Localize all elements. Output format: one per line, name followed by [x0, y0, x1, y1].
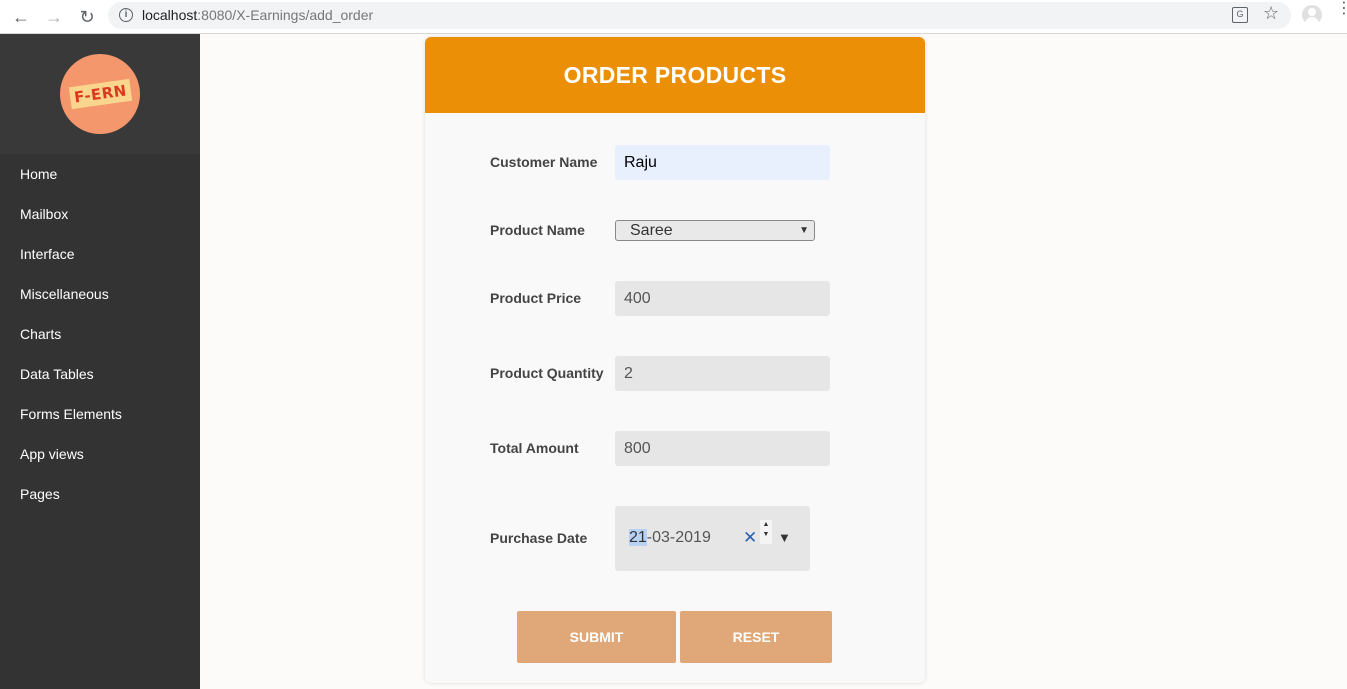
total-amount-label: Total Amount	[490, 440, 579, 456]
date-rest-segment[interactable]: -03-2019	[647, 529, 711, 546]
sidebar-item-charts[interactable]: Charts	[0, 314, 200, 354]
purchase-date-input[interactable]: 21-03-2019 ✕ ▲ ▼ ▼	[615, 506, 810, 571]
forward-arrow-icon[interactable]: →	[42, 5, 66, 29]
sidebar-item-mailbox[interactable]: Mailbox	[0, 194, 200, 234]
address-bar[interactable]: i localhost:8080/X-Earnings/add_order G …	[108, 2, 1291, 29]
total-amount-input[interactable]	[615, 431, 830, 466]
browser-toolbar: ← → ↻ i localhost:8080/X-Earnings/add_or…	[0, 0, 1347, 34]
url-text[interactable]: localhost:8080/X-Earnings/add_order	[142, 7, 373, 23]
reset-button[interactable]: RESET	[680, 611, 832, 663]
customer-name-label: Customer Name	[490, 154, 598, 170]
menu-dots-icon[interactable]: ⋮	[1336, 1, 1347, 17]
sidebar-item-data-tables[interactable]: Data Tables	[0, 354, 200, 394]
sidebar-item-app-views[interactable]: App views	[0, 434, 200, 474]
chevron-down-icon: ▼	[799, 225, 809, 236]
calendar-dropdown-icon[interactable]: ▼	[778, 530, 791, 545]
sidebar-item-miscellaneous[interactable]: Miscellaneous	[0, 274, 200, 314]
spinner-icon[interactable]: ▲ ▼	[760, 520, 772, 544]
purchase-date-value: 21-03-2019	[629, 529, 711, 547]
product-price-input[interactable]	[615, 281, 830, 316]
reload-icon[interactable]: ↻	[75, 5, 99, 29]
order-form-card: ORDER PRODUCTS Customer Name Product Nam…	[425, 37, 925, 683]
customer-name-input[interactable]	[615, 145, 830, 180]
sidebar-nav: Home Mailbox Interface Miscellaneous Cha…	[0, 154, 200, 514]
logo[interactable]: F-ERN	[60, 54, 140, 134]
product-quantity-input[interactable]	[615, 356, 830, 391]
date-day-segment[interactable]: 21	[629, 529, 647, 546]
sidebar: F-ERN Home Mailbox Interface Miscellaneo…	[0, 34, 200, 689]
back-arrow-icon[interactable]: ←	[9, 5, 33, 29]
submit-button[interactable]: SUBMIT	[517, 611, 676, 663]
product-name-label: Product Name	[490, 222, 585, 238]
product-name-selected: Saree	[630, 222, 673, 239]
product-name-select[interactable]: Saree ▼	[615, 220, 815, 241]
sidebar-item-interface[interactable]: Interface	[0, 234, 200, 274]
logo-text: F-ERN	[68, 78, 132, 110]
logo-area: F-ERN	[0, 34, 200, 154]
product-price-label: Product Price	[490, 290, 582, 306]
card-header: ORDER PRODUCTS	[425, 37, 925, 113]
sidebar-item-home[interactable]: Home	[0, 154, 200, 194]
profile-icon[interactable]	[1302, 5, 1322, 25]
url-host: localhost	[142, 7, 198, 23]
page-title: ORDER PRODUCTS	[563, 61, 787, 88]
clear-icon[interactable]: ✕	[743, 528, 757, 548]
product-quantity-label: Product Quantity	[490, 365, 604, 381]
bookmark-star-icon[interactable]: ☆	[1263, 3, 1279, 24]
url-path: :8080/X-Earnings/add_order	[197, 7, 374, 23]
info-icon[interactable]: i	[119, 8, 133, 22]
sidebar-item-forms-elements[interactable]: Forms Elements	[0, 394, 200, 434]
translate-icon[interactable]: G	[1232, 7, 1248, 23]
purchase-date-label: Purchase Date	[490, 530, 588, 546]
sidebar-item-pages[interactable]: Pages	[0, 474, 200, 514]
